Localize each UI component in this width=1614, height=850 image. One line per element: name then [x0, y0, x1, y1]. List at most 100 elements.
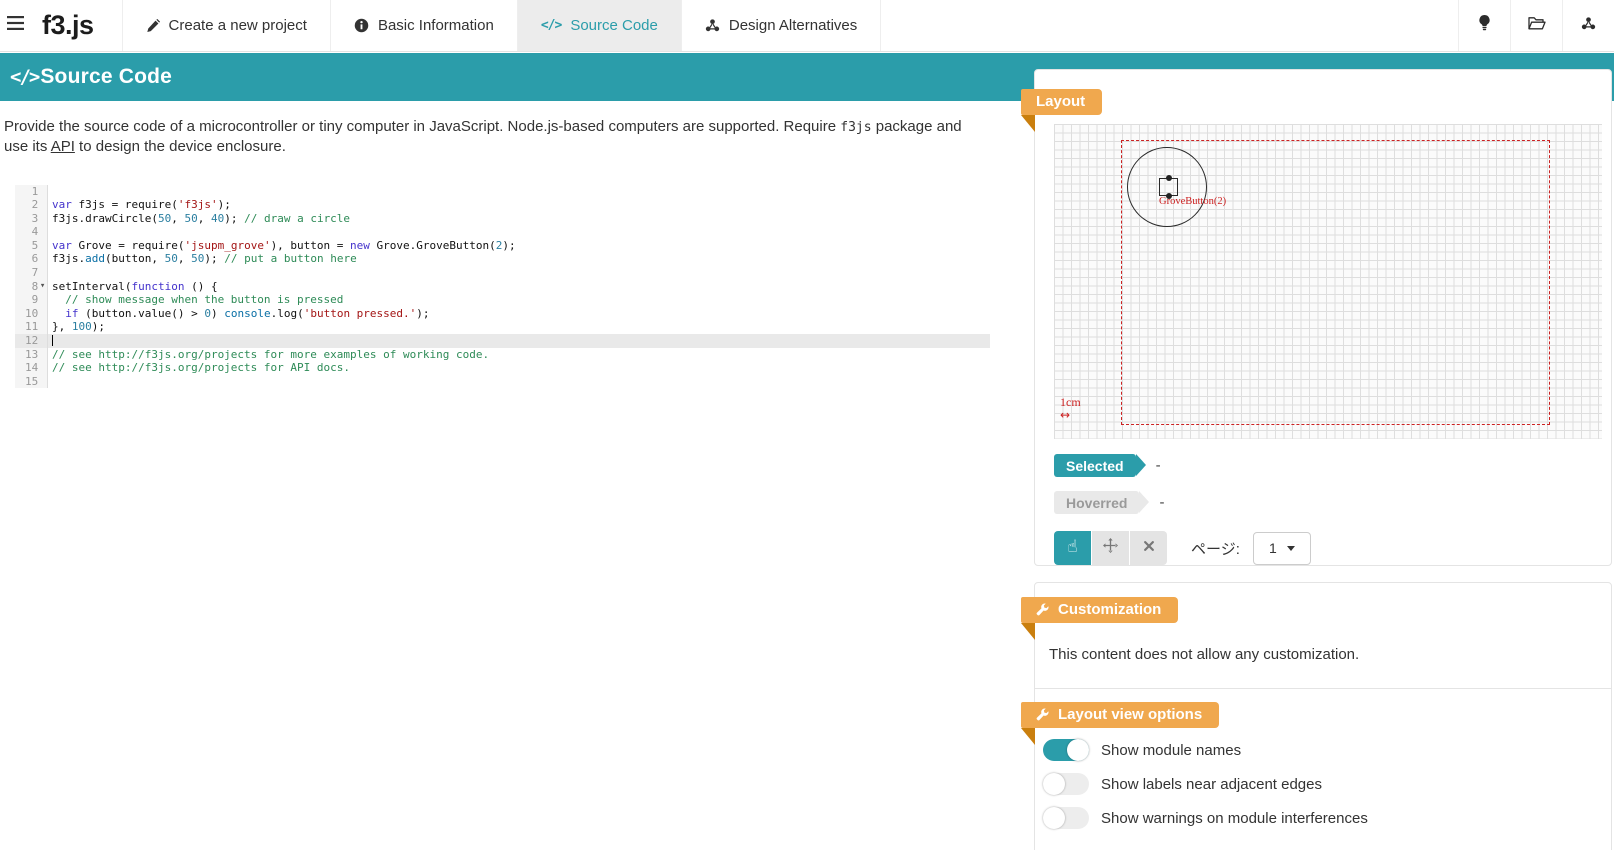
- menu-button[interactable]: [0, 0, 30, 51]
- code-line-13[interactable]: 13// see http://f3js.org/projects for mo…: [15, 348, 990, 362]
- fold-gutter: [38, 185, 47, 199]
- code-line-9[interactable]: 9 // show message when the button is pre…: [15, 293, 990, 307]
- options-card: Customization This content does not allo…: [1034, 582, 1612, 850]
- code-line-12[interactable]: 12: [15, 334, 990, 348]
- page-title: Source Code: [40, 65, 172, 89]
- nav-actions: [1458, 0, 1614, 51]
- code-line-15[interactable]: 15: [15, 375, 990, 389]
- toggle-switch-2[interactable]: [1043, 807, 1089, 829]
- code-line-14[interactable]: 14// see http://f3js.org/projects for AP…: [15, 361, 990, 375]
- code-line-4[interactable]: 4: [15, 225, 990, 239]
- code-line-7[interactable]: 7: [15, 266, 990, 280]
- toggle-row: Show labels near adjacent edges: [1043, 773, 1611, 795]
- code-line-text: [48, 266, 990, 280]
- navbar: f3.js Create a new projectBasic Informat…: [0, 0, 1614, 52]
- action-hint-button[interactable]: [1458, 0, 1510, 51]
- toggle-switch-1[interactable]: [1043, 773, 1089, 795]
- code-line-text: setInterval(function () {: [48, 280, 990, 294]
- toggle-knob: [1043, 807, 1065, 829]
- toggle-label: Show labels near adjacent edges: [1101, 776, 1322, 793]
- code-line-1[interactable]: 1: [15, 185, 990, 199]
- line-number-gutter: 15: [15, 375, 48, 389]
- tool-move-button[interactable]: [1092, 531, 1129, 565]
- scale-legend: 1cm ↔: [1060, 396, 1081, 422]
- tab-basic[interactable]: Basic Information: [330, 0, 517, 51]
- toggle-label: Show module names: [1101, 742, 1241, 759]
- tab-create[interactable]: Create a new project: [122, 0, 330, 51]
- code-line-text: [48, 225, 990, 239]
- code-line-text: [48, 375, 990, 389]
- app-logo[interactable]: f3.js: [30, 0, 122, 51]
- customization-message: This content does not allow any customiz…: [1035, 583, 1611, 663]
- line-number-gutter: 8▾: [15, 280, 48, 294]
- api-link[interactable]: API: [51, 138, 75, 155]
- action-open-project-button[interactable]: [1510, 0, 1562, 51]
- view-options-section: Layout view options Show module namesSho…: [1035, 688, 1611, 850]
- fold-gutter: [38, 348, 47, 362]
- fold-gutter: [38, 307, 47, 321]
- tab-source[interactable]: </>Source Code: [517, 0, 681, 51]
- package-name-code: f3js: [840, 120, 871, 135]
- code-line-2[interactable]: 2var f3js = require('f3js');: [15, 198, 990, 212]
- code-line-text: // see http://f3js.org/projects for API …: [48, 361, 990, 375]
- toggle-switch-0[interactable]: [1043, 739, 1089, 761]
- customization-ribbon-label: Customization: [1058, 601, 1161, 618]
- code-line-8[interactable]: 8▾setInterval(function () {: [15, 280, 990, 294]
- line-number-gutter: 6: [15, 252, 48, 266]
- fold-gutter: [38, 334, 47, 348]
- hand-pointer-icon: ☝: [1067, 539, 1077, 557]
- tool-delete-button[interactable]: [1130, 531, 1167, 565]
- page-select[interactable]: 1: [1253, 532, 1311, 565]
- caret-down-icon: [1287, 546, 1295, 551]
- customization-section: Customization This content does not allo…: [1035, 583, 1611, 688]
- fold-gutter: [38, 212, 47, 226]
- line-number-gutter: 7: [15, 266, 48, 280]
- code-line-text: f3js.add(button, 50, 50); // put a butto…: [48, 252, 990, 266]
- code-line-6[interactable]: 6f3js.add(button, 50, 50); // put a butt…: [15, 252, 990, 266]
- selected-value: -: [1156, 457, 1161, 474]
- toggle-row: Show warnings on module interferences: [1043, 807, 1611, 829]
- tab-design[interactable]: Design Alternatives: [681, 0, 881, 51]
- info-circle-icon: [354, 18, 369, 33]
- main-content: Provide the source code of a microcontro…: [0, 101, 1010, 388]
- cubes-icon: [705, 18, 720, 33]
- right-panel: Layout GroveButton(2) 1cm ↔ Selected -: [1034, 69, 1612, 850]
- code-line-text: var f3js = require('f3js');: [48, 198, 990, 212]
- layout-ribbon-label: Layout: [1036, 93, 1085, 110]
- fold-gutter: [38, 266, 47, 280]
- page-select-value: 1: [1269, 540, 1277, 556]
- action-alternatives-button[interactable]: [1562, 0, 1614, 51]
- pencil-icon: [146, 19, 160, 33]
- move-icon: [1103, 538, 1118, 558]
- module-pin-dot: [1166, 175, 1172, 181]
- code-editor[interactable]: 12var f3js = require('f3js');3f3js.drawC…: [15, 185, 990, 389]
- line-number-gutter: 1: [15, 185, 48, 199]
- tool-pointer-button[interactable]: ☝: [1054, 531, 1091, 565]
- ribbon-fold: [1021, 623, 1035, 640]
- layout-ribbon: Layout: [1021, 89, 1102, 115]
- code-line-text: // see http://f3js.org/projects for more…: [48, 348, 990, 362]
- view-options-ribbon: Layout view options: [1021, 702, 1219, 728]
- hovered-value: -: [1159, 494, 1164, 511]
- line-number-gutter: 13: [15, 348, 48, 362]
- customization-ribbon: Customization: [1021, 597, 1178, 623]
- code-line-5[interactable]: 5var Grove = require('jsupm_grove'), but…: [15, 239, 990, 253]
- selected-row: Selected -: [1054, 454, 1611, 477]
- fold-gutter: [38, 375, 47, 389]
- code-line-11[interactable]: 11}, 100);: [15, 320, 990, 334]
- fold-gutter: [38, 361, 47, 375]
- layout-canvas[interactable]: GroveButton(2) 1cm ↔: [1054, 124, 1602, 439]
- x-icon: [1143, 539, 1155, 557]
- nav-tabs: Create a new projectBasic Information</>…: [122, 0, 882, 51]
- line-number-gutter: 9: [15, 293, 48, 307]
- fold-gutter: [38, 239, 47, 253]
- fold-gutter: [38, 293, 47, 307]
- fold-gutter: [38, 198, 47, 212]
- fold-gutter: [38, 252, 47, 266]
- wrench-icon: [1036, 708, 1049, 721]
- tab-label: Source Code: [570, 17, 658, 34]
- code-line-10[interactable]: 10 if (button.value() > 0) console.log('…: [15, 307, 990, 321]
- code-line-3[interactable]: 3f3js.drawCircle(50, 50, 40); // draw a …: [15, 212, 990, 226]
- fold-gutter: [38, 320, 47, 334]
- fold-caret-icon[interactable]: ▾: [38, 280, 47, 294]
